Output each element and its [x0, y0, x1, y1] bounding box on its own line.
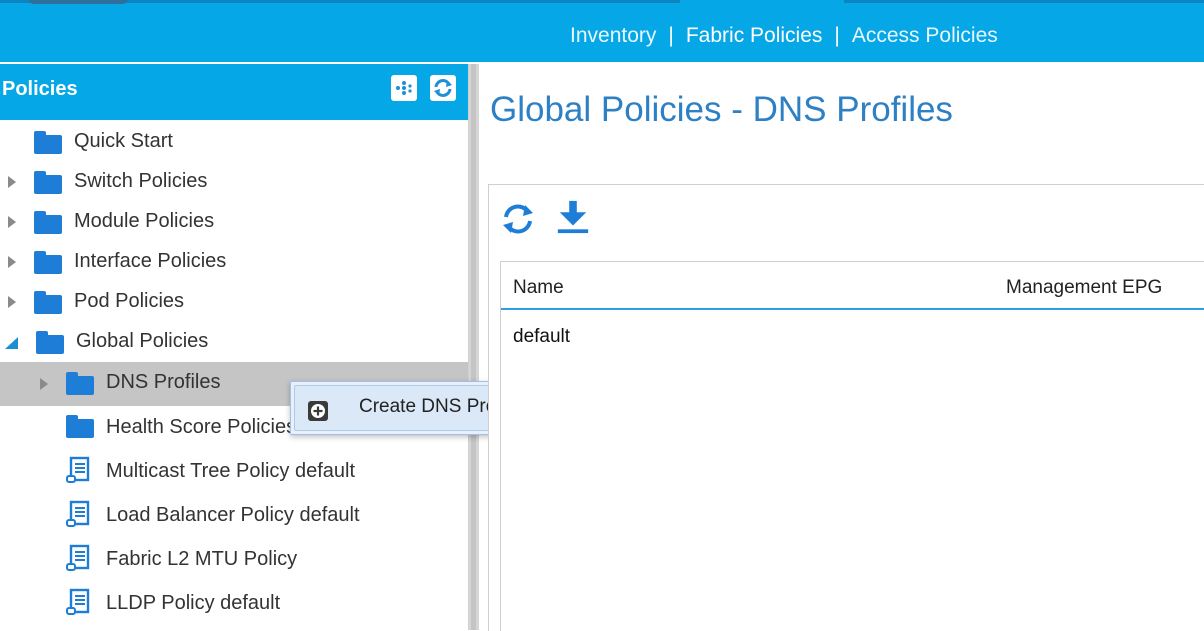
collapse-caret-icon[interactable] [5, 337, 19, 349]
expand-caret-icon[interactable] [40, 378, 48, 390]
column-header-management-epg[interactable]: Management EPG [1006, 277, 1162, 299]
expand-caret-icon[interactable] [8, 256, 16, 268]
tree-item-lldp-policy[interactable]: LLDP Policy default [0, 582, 468, 626]
tree-item-global-policies[interactable]: Global Policies [0, 322, 468, 362]
topology-view-button[interactable] [391, 75, 417, 101]
tree-item-quick-start[interactable]: Quick Start [0, 122, 468, 162]
top-navigation-bar: Inventory | Fabric Policies | Access Pol… [0, 0, 1204, 62]
top-accent-strip [0, 0, 1204, 3]
policy-scroll-icon [66, 500, 90, 527]
policy-scroll-icon [66, 456, 90, 483]
tree-item-module-policies[interactable]: Module Policies [0, 202, 468, 242]
tree-item-label: Load Balancer Policy default [106, 504, 360, 526]
tree-item-label: Multicast Tree Policy default [106, 460, 355, 482]
tree-item-label: Module Policies [74, 210, 215, 232]
tree-item-label: Quick Start [74, 130, 173, 152]
tree-item-load-balancer-policy[interactable]: Load Balancer Policy default [0, 494, 468, 538]
topology-icon [396, 81, 412, 95]
table-cell-name: default [513, 326, 571, 347]
folder-icon [34, 171, 62, 194]
tree-item-label: DNS Profiles [106, 371, 221, 393]
page-title: Global Policies - DNS Profiles [490, 90, 953, 129]
panel-splitter[interactable] [469, 64, 479, 630]
folder-icon [66, 372, 94, 395]
panel-header: Policies [0, 64, 468, 120]
folder-icon [34, 291, 62, 314]
folder-icon [34, 211, 62, 234]
policy-scroll-icon [66, 588, 90, 615]
policy-scroll-icon [66, 544, 90, 571]
expand-caret-icon[interactable] [8, 216, 16, 228]
column-header-name[interactable]: Name [513, 277, 564, 299]
expand-caret-icon[interactable] [8, 176, 16, 188]
tree-item-multicast-tree-policy[interactable]: Multicast Tree Policy default [0, 450, 468, 494]
tree-item-pod-policies[interactable]: Pod Policies [0, 282, 468, 322]
refresh-tree-button[interactable] [430, 75, 456, 101]
nav-separator: | [668, 24, 674, 47]
expand-caret-icon[interactable] [8, 296, 16, 308]
download-icon[interactable] [555, 199, 591, 235]
folder-icon [34, 251, 62, 274]
top-nav: Inventory | Fabric Policies | Access Pol… [570, 21, 998, 51]
nav-separator: | [834, 24, 840, 47]
nav-access-policies[interactable]: Access Policies [852, 24, 998, 48]
tree-item-label: LLDP Policy default [106, 592, 281, 614]
folder-icon [66, 415, 94, 438]
logo [28, 0, 128, 4]
refresh-icon [434, 79, 452, 97]
table-header: Name Management EPG [501, 262, 1204, 310]
dns-profiles-table: Name Management EPG default [500, 261, 1204, 631]
tree-item-label: Health Score Policies [106, 416, 297, 438]
folder-icon [34, 131, 62, 154]
panel-title: Policies [2, 78, 78, 100]
table-row[interactable]: default [501, 310, 1204, 360]
tree-item-label: Switch Policies [74, 170, 208, 192]
tree-item-switch-policies[interactable]: Switch Policies [0, 162, 468, 202]
nav-fabric-policies[interactable]: Fabric Policies [686, 24, 823, 48]
splitter-handle[interactable] [471, 64, 476, 630]
tree-item-label: Interface Policies [74, 250, 227, 272]
plus-icon [308, 401, 328, 421]
nav-inventory[interactable]: Inventory [570, 24, 656, 48]
refresh-icon[interactable] [500, 201, 536, 237]
tree-item-label: Pod Policies [74, 290, 185, 312]
top-active-strip [680, 0, 844, 3]
tree-item-interface-policies[interactable]: Interface Policies [0, 242, 468, 282]
tree-item-label: Global Policies [76, 330, 209, 352]
tree-item-label: Fabric L2 MTU Policy [106, 548, 298, 570]
folder-icon [36, 331, 64, 354]
policies-navigation-panel: Policies Quick Start Switch Policies Mod… [0, 64, 469, 630]
tree-item-fabric-l2-mtu-policy[interactable]: Fabric L2 MTU Policy [0, 538, 468, 582]
